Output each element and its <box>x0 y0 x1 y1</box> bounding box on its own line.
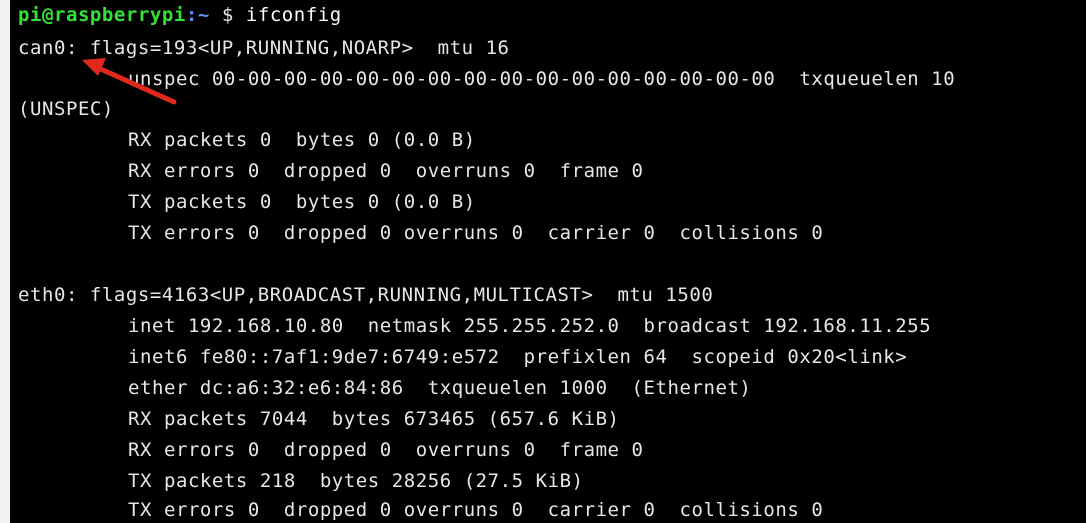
eth0-header-line: eth0: flags=4163<UP,BROADCAST,RUNNING,MU… <box>18 284 714 306</box>
can0-tx-errors-line: TX errors 0 dropped 0 overruns 0 carrier… <box>128 222 824 244</box>
red-arrow-icon <box>82 58 177 105</box>
can0-unspec-line: unspec 00-00-00-00-00-00-00-00-00-00-00-… <box>128 68 956 90</box>
prompt-symbol: $ <box>221 4 234 26</box>
prompt-path: :~ <box>185 4 210 26</box>
prompt-user-host: pi@raspberrypi <box>18 4 186 26</box>
terminal-window[interactable]: pi@raspberrypi:~ $ ifconfig can0: flags=… <box>0 0 1086 523</box>
can0-rx-packets-line: RX packets 0 bytes 0 (0.0 B) <box>128 129 476 151</box>
eth0-tx-packets-line: TX packets 218 bytes 28256 (27.5 KiB) <box>128 470 584 492</box>
prompt-line: pi@raspberrypi:~ $ ifconfig <box>18 2 342 29</box>
eth0-rx-packets-line: RX packets 7044 bytes 673465 (657.6 KiB) <box>128 408 620 430</box>
eth0-rx-errors-line: RX errors 0 dropped 0 overruns 0 frame 0 <box>128 439 644 461</box>
eth0-inet6-line: inet6 fe80::7af1:9de7:6749:e572 prefixle… <box>128 346 908 368</box>
can0-tx-packets-line: TX packets 0 bytes 0 (0.0 B) <box>128 191 476 213</box>
eth0-inet-line: inet 192.168.10.80 netmask 255.255.252.0… <box>128 315 932 337</box>
eth0-tx-errors-line: TX errors 0 dropped 0 overruns 0 carrier… <box>128 499 824 521</box>
eth0-ether-line: ether dc:a6:32:e6:84:86 txqueuelen 1000 … <box>128 377 752 399</box>
can0-rx-errors-line: RX errors 0 dropped 0 overruns 0 frame 0 <box>128 160 644 182</box>
command-text: ifconfig <box>245 4 342 26</box>
